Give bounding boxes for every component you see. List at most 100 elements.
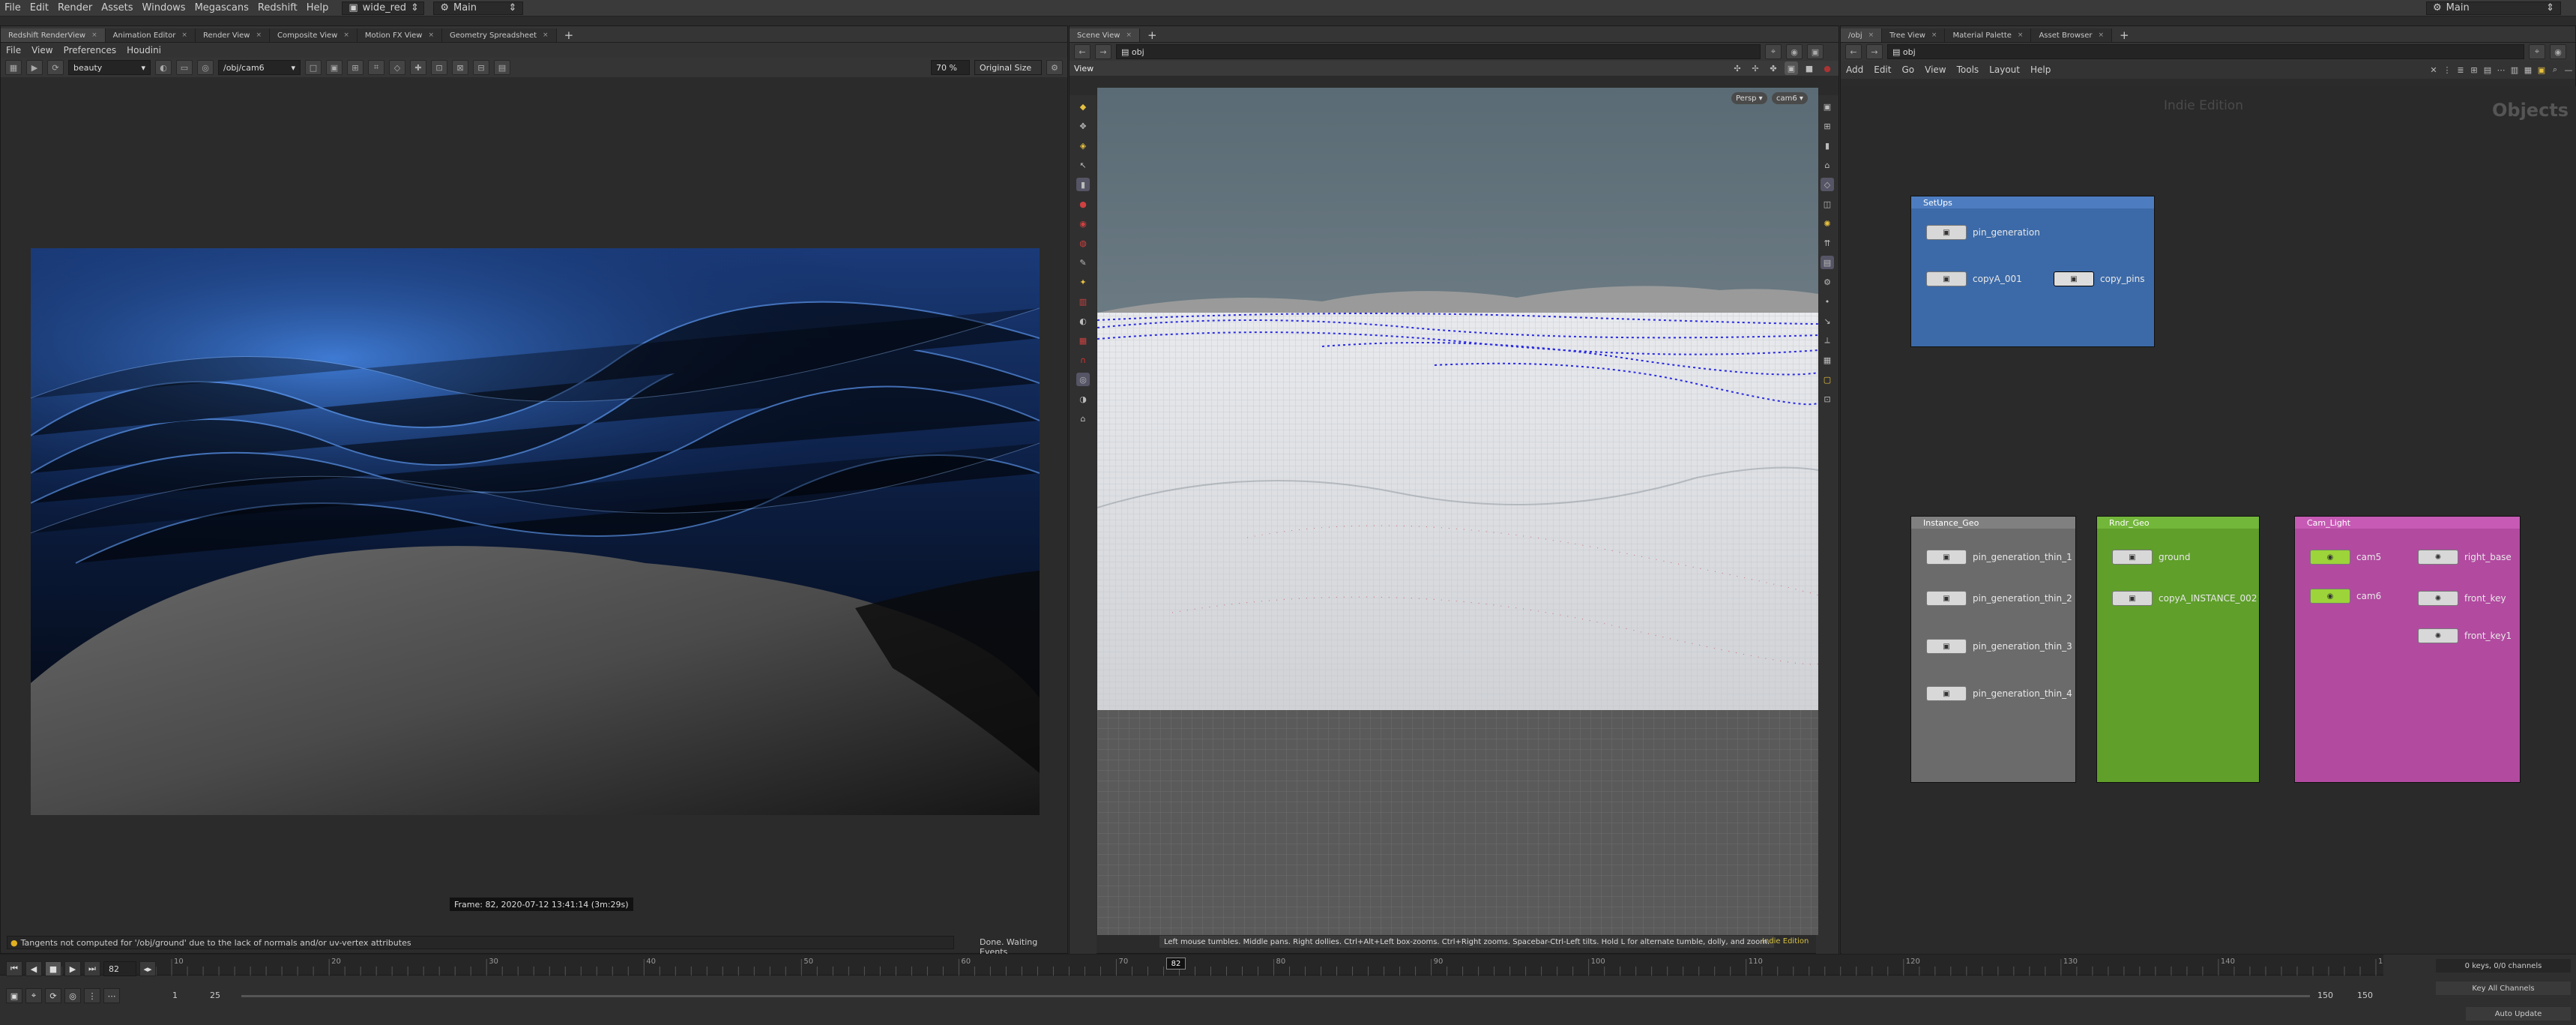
tool-icon-3[interactable]: ⊞ <box>347 60 364 75</box>
loop-icon[interactable]: ⟳ <box>45 988 61 1003</box>
snapshot-icon[interactable]: ▦ <box>5 60 22 75</box>
auto-update-button[interactable]: Auto Update <box>2466 1007 2571 1021</box>
link-icon[interactable]: ◉ <box>1786 44 1803 59</box>
range-start2[interactable]: 25 <box>210 991 220 1000</box>
range-slider[interactable] <box>241 995 2310 997</box>
node-ground[interactable]: ▣ ground <box>2112 550 2190 565</box>
menu-view[interactable]: View <box>26 45 58 55</box>
brush-icon[interactable]: ✎ <box>1076 256 1090 269</box>
node-pin-generation-thin-3[interactable]: ▣ pin_generation_thin_3 <box>1926 639 2072 654</box>
realtime-icon[interactable]: ◎ <box>64 988 81 1003</box>
node-copyA-instance-002[interactable]: ▣ copyA_INSTANCE_002 <box>2112 591 2257 606</box>
ortho-icon[interactable]: ⊡ <box>1821 392 1834 406</box>
3d-viewport[interactable]: Persp ▾ cam6 ▾ <box>1097 88 1818 935</box>
tool-icon-2[interactable]: ▣ <box>326 60 343 75</box>
menu-tools[interactable]: Tools <box>1952 64 1985 75</box>
ghost-icon[interactable]: ◇ <box>1821 178 1834 191</box>
flipbook-icon[interactable]: ◐ <box>1076 314 1090 328</box>
light-tool-icon[interactable]: ✦ <box>1076 275 1090 289</box>
tab-tree-view[interactable]: Tree View × <box>1882 28 1946 42</box>
node-front-key1[interactable]: ✺ front_key1 <box>2418 628 2512 643</box>
menu-preferences[interactable]: Preferences <box>58 45 122 55</box>
list-icon[interactable]: ≣ <box>2454 63 2467 76</box>
menu-edit[interactable]: Edit <box>25 2 53 13</box>
add-tab-button[interactable]: + <box>1140 28 1165 42</box>
snap-tool-icon[interactable]: ◉ <box>1076 217 1090 230</box>
tool-icon-5[interactable]: ◇ <box>389 60 405 75</box>
wireframe-icon[interactable]: ⊞ <box>1821 119 1834 133</box>
back-arrow-icon[interactable]: ← <box>1074 44 1091 59</box>
settings-gear-icon[interactable]: ⚙ <box>1046 60 1063 75</box>
netbox-cam-light[interactable]: Cam_Light ◉ cam5 ◉ cam6 ✺ right_base ✺ front… <box>2294 516 2521 783</box>
zoom-field[interactable]: 70 % <box>931 60 970 75</box>
camera-select[interactable]: /obj/cam6 ▾ <box>218 60 301 75</box>
session-selector[interactable]: ⚙ Main ⇕ <box>433 1 524 15</box>
menu-go[interactable]: Go <box>1896 64 1919 75</box>
columns-icon[interactable]: ▦ <box>2521 63 2535 76</box>
minus-icon[interactable]: — <box>2562 63 2575 76</box>
key-edit-icon[interactable]: ⌖ <box>25 988 42 1003</box>
lock-camera-icon[interactable]: ▮ <box>1821 139 1834 152</box>
node-copy-pins[interactable]: ▣ copy_pins <box>2054 271 2144 286</box>
menu-redshift[interactable]: Redshift <box>253 2 302 13</box>
magnet-icon[interactable]: ∩ <box>1076 353 1090 367</box>
node-right-base[interactable]: ✺ right_base <box>2418 550 2512 565</box>
add-tab-button[interactable]: + <box>557 28 582 42</box>
safe-area-icon[interactable]: ▢ <box>1821 373 1834 386</box>
size-mode-select[interactable]: Original Size <box>974 60 1042 75</box>
node-pin-generation-thin-1[interactable]: ▣ pin_generation_thin_1 <box>1926 550 2072 565</box>
menu-assets[interactable]: Assets <box>97 2 137 13</box>
pin-icon[interactable]: ⌖ <box>2529 44 2545 59</box>
point-icon[interactable]: • <box>1821 295 1834 308</box>
network-editor[interactable]: Indie Edition Objects SetUps ▣ pin_genera… <box>1841 86 2576 955</box>
tool-icon-8[interactable]: ⊠ <box>452 60 468 75</box>
menu-layout[interactable]: Layout <box>1984 64 2025 75</box>
add-tab-button[interactable]: + <box>2112 28 2137 42</box>
bg-image-icon[interactable]: ▤ <box>1821 256 1834 269</box>
hide-tool-icon[interactable]: ⌂ <box>1076 412 1090 425</box>
tool-icon-4[interactable]: ⌗ <box>368 60 384 75</box>
node-pin-generation[interactable]: ▣ pin_generation <box>1926 225 2040 240</box>
pin-icon[interactable]: ⌖ <box>1765 44 1782 59</box>
tab-redshift-renderview[interactable]: Redshift RenderView × <box>1 28 106 42</box>
dots-icon[interactable]: ⋯ <box>2494 63 2508 76</box>
go-start-icon[interactable]: ⏮ <box>6 961 22 976</box>
tool-icon-7[interactable]: ⊡ <box>431 60 447 75</box>
tab-scene-view[interactable]: Scene View × <box>1070 28 1140 42</box>
tab-motion-fx-view[interactable]: Motion FX View × <box>357 28 442 42</box>
view-tool-icon[interactable]: ◑ <box>1076 392 1090 406</box>
go-end-icon[interactable]: ⏭ <box>84 961 100 976</box>
home-icon[interactable]: ⌂ <box>1821 158 1834 172</box>
guide-icon[interactable]: ↘ <box>1821 314 1834 328</box>
refresh-icon[interactable]: ⟳ <box>47 60 64 75</box>
render-region-icon[interactable]: ▦ <box>1076 334 1090 347</box>
forward-arrow-icon[interactable]: → <box>1866 44 1883 59</box>
tool-icon-1[interactable]: □ <box>305 60 322 75</box>
display-icon-2[interactable]: ✢ <box>1749 61 1762 75</box>
geometry-icon[interactable]: ◫ <box>1821 197 1834 211</box>
menu-houdini[interactable]: Houdini <box>121 45 166 55</box>
menu-render[interactable]: Render <box>53 2 97 13</box>
record-icon[interactable]: ● <box>1821 61 1834 75</box>
menu-edit[interactable]: Edit <box>1868 64 1896 75</box>
key-all-channels-button[interactable]: Key All Channels <box>2436 982 2571 995</box>
node-cam6[interactable]: ◉ cam6 <box>2310 589 2381 604</box>
current-frame-marker[interactable]: 82 <box>1166 958 1186 970</box>
magnet-tool-icon[interactable]: ● <box>1076 197 1090 211</box>
back-arrow-icon[interactable]: ← <box>1845 44 1862 59</box>
display-icon-5[interactable]: ■ <box>1803 61 1816 75</box>
pane-icon[interactable]: ▣ <box>1807 44 1824 59</box>
grid-view-icon[interactable]: ⊞ <box>2467 63 2481 76</box>
wrench-icon[interactable]: ✕ <box>2427 63 2440 76</box>
node-pin-generation-thin-2[interactable]: ▣ pin_generation_thin_2 <box>1926 591 2072 606</box>
bulb-icon[interactable]: ✺ <box>1821 217 1834 230</box>
title-selector[interactable]: ⚙ Main ⇕ <box>2426 1 2561 15</box>
link-icon[interactable]: ◉ <box>2550 44 2566 59</box>
display-icon-1[interactable]: ✣ <box>1731 61 1744 75</box>
shading-icon[interactable]: ▣ <box>1821 100 1834 113</box>
step-back-icon[interactable]: ◀ <box>25 961 42 976</box>
menu-view[interactable]: View <box>1919 64 1951 75</box>
camera-menu[interactable]: cam6 ▾ <box>1772 92 1808 104</box>
tab-composite-view[interactable]: Composite View × <box>270 28 358 42</box>
grid-icon[interactable]: ▦ <box>1821 353 1834 367</box>
